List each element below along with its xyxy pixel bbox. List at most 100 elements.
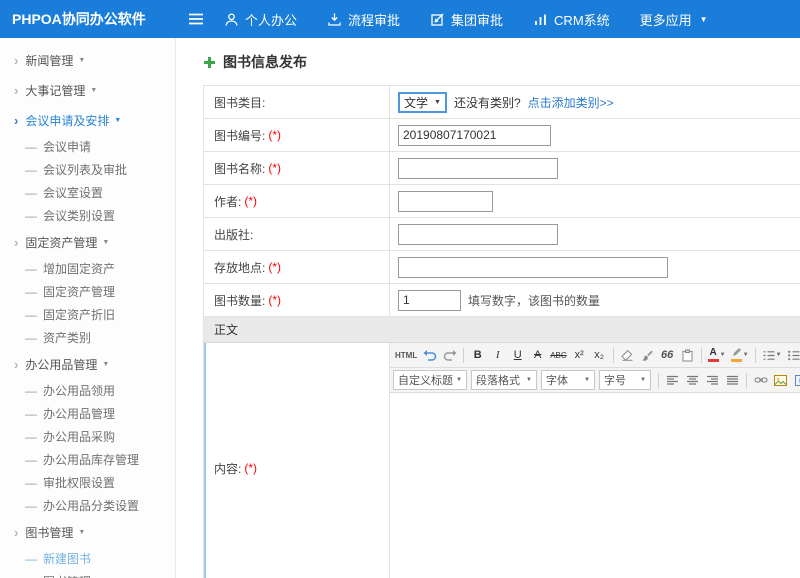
form-row-quantity: 图书数量: (*) 填写数字，该图书的数量 (204, 284, 800, 317)
sidebar-item-supplies-requisition[interactable]: —办公用品领用 (0, 379, 175, 402)
sidebar-group-fixed-assets[interactable]: › 固定资产管理 ▼ (0, 227, 175, 257)
sidebar-item-label: 新建图书 (43, 550, 91, 567)
align-left-button[interactable] (663, 370, 682, 390)
spellcheck-button[interactable]: ABC (548, 345, 568, 365)
sidebar-item-label: 审批权限设置 (43, 474, 115, 491)
font-family-select[interactable]: 字体▼ (541, 370, 595, 390)
sidebar-item-fixed-asset-manage[interactable]: —固定资产管理 (0, 280, 175, 303)
strikethrough-button[interactable]: A (528, 345, 547, 365)
paragraph-select-label: 段落格式 (476, 372, 520, 388)
toolbar-separator (658, 373, 659, 388)
field-value: 文学 ▼ 还没有类别? 点击添加类别>> (390, 86, 800, 118)
editor-content-area[interactable] (390, 393, 800, 578)
book-number-input[interactable] (398, 125, 551, 146)
sidebar-item-supplies-category-settings[interactable]: —办公用品分类设置 (0, 494, 175, 517)
sidebar-group-books[interactable]: › 图书管理 ▼ (0, 517, 175, 547)
field-label-text: 图书名称: (214, 160, 265, 177)
triangle-down-icon: ▼ (90, 87, 97, 94)
add-category-link[interactable]: 点击添加类别>> (528, 94, 614, 111)
dash-icon: — (25, 262, 37, 276)
highlight-pen-icon (731, 348, 742, 362)
sidebar-item-fixed-asset-depreciation[interactable]: —固定资产折旧 (0, 303, 175, 326)
field-label-text: 内容: (214, 460, 241, 477)
ordered-list-button[interactable]: ▼ (760, 345, 784, 365)
sidebar-item-label: 办公用品采购 (43, 428, 115, 445)
dash-icon: — (25, 575, 37, 578)
nav-process-approval[interactable]: 流程审批 (327, 10, 400, 29)
font-color-button[interactable]: A ▼ (706, 345, 728, 365)
sidebar-item-label: 图书管理 (43, 573, 91, 578)
paste-button[interactable] (678, 345, 697, 365)
link-button[interactable] (751, 370, 770, 390)
field-label: 出版社: (204, 218, 390, 250)
sidebar-item-label: 会议室设置 (43, 184, 103, 201)
sidebar-item-meeting-category-settings[interactable]: —会议类别设置 (0, 204, 175, 227)
sidebar-group-meetings[interactable]: › 会议申请及安排 ▼ (0, 105, 175, 135)
category-select[interactable]: 文学 ▼ (398, 92, 447, 113)
field-value (390, 218, 800, 250)
format-painter-button[interactable] (638, 345, 657, 365)
html-source-button[interactable]: HTML (393, 345, 419, 365)
sidebar-group-memorabilia[interactable]: › 大事记管理 ▼ (0, 75, 175, 105)
underline-button[interactable]: U (508, 345, 527, 365)
align-right-button[interactable] (703, 370, 722, 390)
chevron-down-icon: ▼ (456, 377, 462, 383)
chevron-down-icon: ▼ (720, 352, 726, 358)
hamburger-menu-button[interactable] (188, 12, 204, 26)
required-mark: (*) (268, 128, 281, 142)
unordered-list-button[interactable]: ▼ (785, 345, 800, 365)
app-logo: PHPOA协同办公软件 (0, 9, 176, 29)
subscript-button[interactable]: x₂ (590, 345, 609, 365)
paragraph-format-select[interactable]: 段落格式▼ (471, 370, 537, 390)
link-icon (754, 375, 768, 385)
book-name-input[interactable] (398, 158, 558, 179)
quantity-input[interactable] (398, 290, 461, 311)
author-input[interactable] (398, 191, 493, 212)
bold-button[interactable]: B (468, 345, 487, 365)
redo-button[interactable] (440, 345, 459, 365)
highlight-color-button[interactable]: ▼ (729, 345, 751, 365)
nav-more-apps[interactable]: 更多应用 ▼ (640, 10, 708, 29)
blockquote-button[interactable]: 66 (658, 345, 677, 365)
nav-crm-system[interactable]: CRM系统 (533, 10, 610, 29)
sidebar-group-office-supplies[interactable]: › 办公用品管理 ▼ (0, 349, 175, 379)
sidebar-group-label: 图书管理 (25, 524, 73, 541)
sidebar-item-approval-permission[interactable]: —审批权限设置 (0, 471, 175, 494)
heading-select[interactable]: 自定义标题▼ (393, 370, 467, 390)
superscript-button[interactable]: x² (570, 345, 589, 365)
sidebar-item-meeting-list-approval[interactable]: —会议列表及审批 (0, 158, 175, 181)
align-justify-button[interactable] (723, 370, 742, 390)
toolbar-separator (746, 373, 747, 388)
image-icon (774, 375, 787, 386)
dash-icon: — (25, 384, 37, 398)
nav-personal-office[interactable]: 个人办公 (224, 10, 297, 29)
sidebar-item-meeting-room-settings[interactable]: — 会议室设置 (0, 181, 175, 204)
remove-format-button[interactable] (618, 345, 637, 365)
publisher-input[interactable] (398, 224, 558, 245)
sidebar-item-supplies-inventory[interactable]: —办公用品库存管理 (0, 448, 175, 471)
sidebar-item-add-fixed-asset[interactable]: —增加固定资产 (0, 257, 175, 280)
undo-button[interactable] (420, 345, 439, 365)
font-size-select[interactable]: 字号▼ (599, 370, 651, 390)
sidebar-group-label: 固定资产管理 (25, 234, 97, 251)
editor-toolbar-row1: HTML B I U A ABC x² x₂ 66 (390, 343, 800, 368)
topbar: PHPOA协同办公软件 个人办公 流程审批 集团审批 CRM系统 更多应用 (0, 0, 800, 38)
sidebar-item-new-book[interactable]: —新建图书 (0, 547, 175, 570)
nav-group-approval[interactable]: 集团审批 (430, 10, 503, 29)
sidebar-item-meeting-apply[interactable]: —会议申请 (0, 135, 175, 158)
video-icon (795, 375, 800, 386)
sidebar-item-supplies-manage[interactable]: —办公用品管理 (0, 402, 175, 425)
sidebar-item-supplies-purchase[interactable]: —办公用品采购 (0, 425, 175, 448)
storage-location-input[interactable] (398, 257, 668, 278)
triangle-down-icon: ▼ (114, 117, 121, 124)
flow-approval-icon (327, 12, 342, 27)
align-center-button[interactable] (683, 370, 702, 390)
dash-icon: — (25, 186, 37, 200)
italic-button[interactable]: I (488, 345, 507, 365)
image-button[interactable] (771, 370, 790, 390)
category-hint: 还没有类别? (454, 94, 521, 111)
sidebar-group-news[interactable]: › 新闻管理 ▼ (0, 45, 175, 75)
sidebar-item-asset-category[interactable]: —资产类别 (0, 326, 175, 349)
video-button[interactable] (791, 370, 800, 390)
sidebar-item-book-manage[interactable]: — 图书管理 (0, 570, 175, 578)
